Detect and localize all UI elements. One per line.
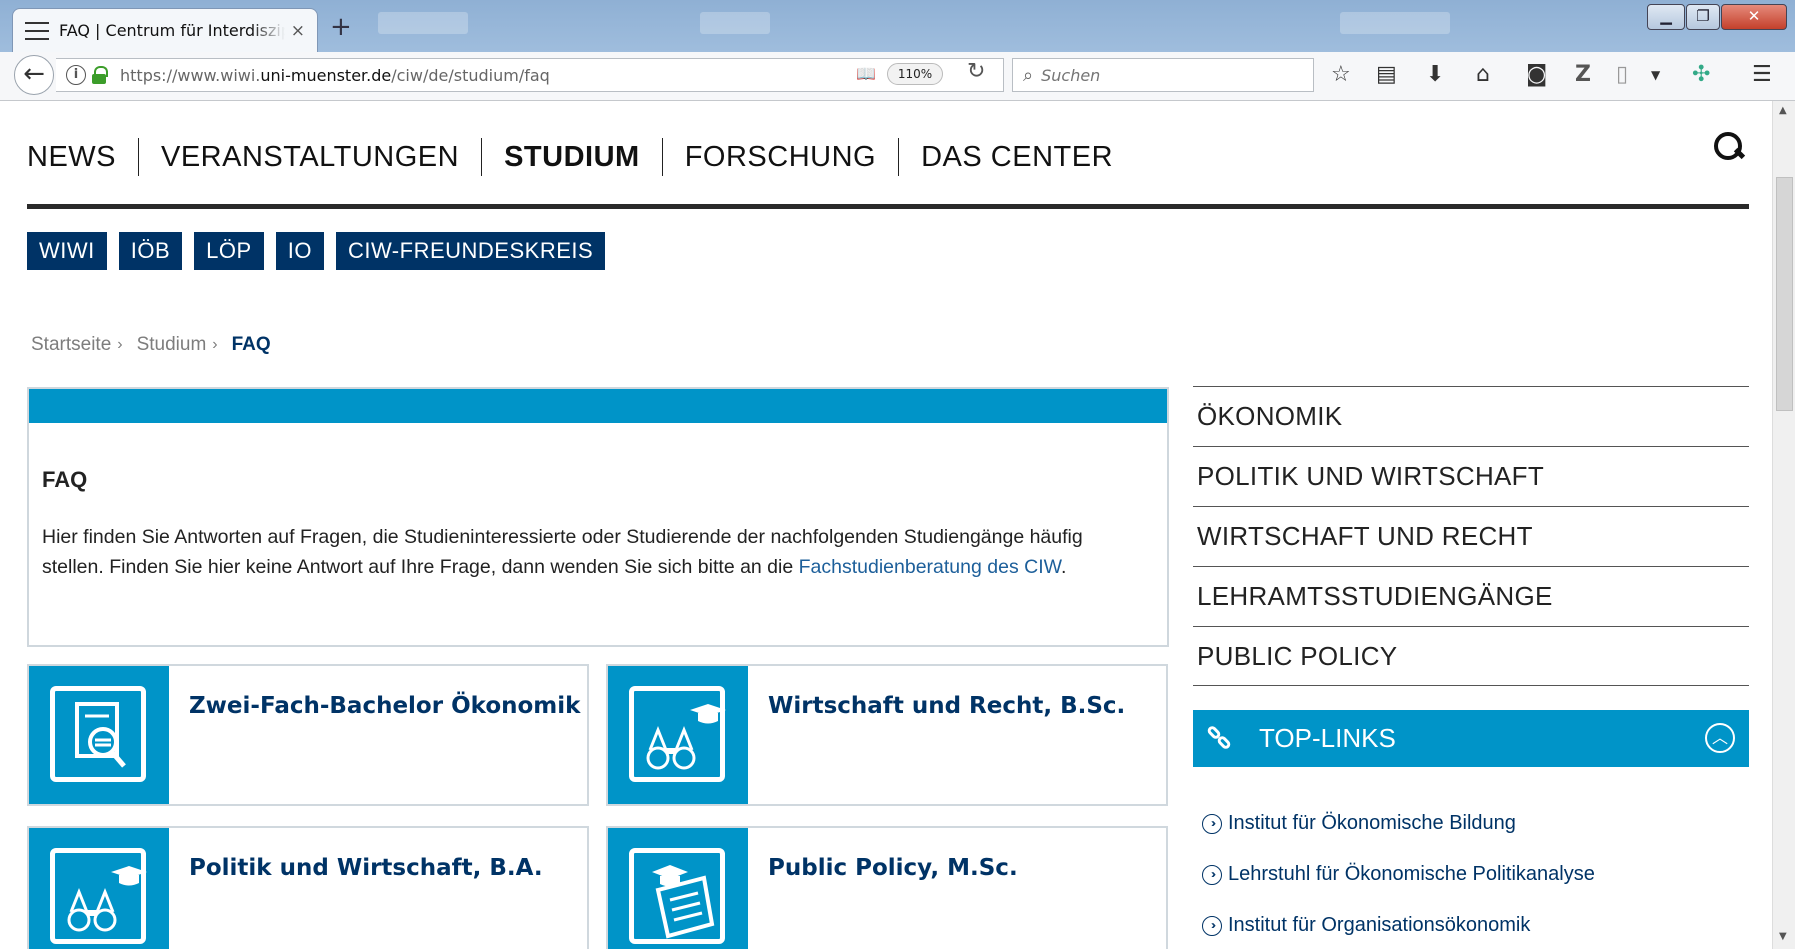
program-card-title[interactable]: Politik und Wirtschaft, B.A. — [189, 855, 543, 881]
subnav-item-loep[interactable]: LÖP — [194, 232, 264, 270]
scroll-down-arrow-icon[interactable]: ▼ — [1779, 931, 1787, 942]
sidebar-item-politik-und-wirtschaft[interactable]: POLITIK UND WIRTSCHAFT — [1193, 446, 1749, 506]
top-link-item[interactable]: ›› Institut für Organisationsökonomik — [1202, 900, 1595, 949]
double-chevron-icon: ›› — [1202, 813, 1222, 834]
browser-tab[interactable]: FAQ | Centrum für Interdisziplinäre Wirt… — [12, 8, 318, 52]
browser-toolbar: ← i https://www.wiwi.uni-muenster.de/ciw… — [0, 52, 1795, 101]
titlebar-decoration — [378, 12, 468, 34]
faq-intro-box: FAQ Hier finden Sie Antworten auf Fragen… — [27, 387, 1169, 647]
top-link-item[interactable]: ›› Institut für Ökonomische Bildung — [1202, 798, 1595, 849]
program-card-title[interactable]: Public Policy, M.Sc. — [768, 855, 1018, 881]
top-links-header[interactable]: TOP-LINKS ︿ — [1193, 710, 1749, 767]
breadcrumb-studium[interactable]: Studium — [137, 334, 207, 356]
browser-search-input[interactable] — [1041, 65, 1292, 85]
nav-item-news[interactable]: NEWS — [27, 138, 139, 176]
site-search-icon[interactable] — [1712, 130, 1748, 166]
url-text: https://www.wiwi.uni-muenster.de/ciw/de/… — [120, 65, 550, 85]
zotero-icon[interactable]: Z — [1575, 62, 1591, 88]
scroll-up-arrow-icon[interactable]: ▲ — [1779, 105, 1787, 116]
program-card-public-policy[interactable]: Public Policy, M.Sc. — [606, 826, 1168, 949]
pocket-icon[interactable]: ◙ — [1526, 62, 1547, 88]
bookmarks-list-icon[interactable]: ▤ — [1376, 62, 1397, 88]
document-magnifier-icon — [29, 666, 169, 804]
subnav-item-wiwi[interactable]: WIWI — [27, 232, 107, 270]
window-titlebar: FAQ | Centrum für Interdisziplinäre Wirt… — [0, 0, 1795, 52]
page-content: NEWS VERANSTALTUNGEN STUDIUM FORSCHUNG D… — [0, 101, 1772, 949]
home-icon[interactable]: ⌂ — [1476, 62, 1490, 88]
program-card-title[interactable]: Zwei-Fach-Bachelor Ökonomik — [189, 693, 580, 719]
faq-heading: FAQ — [42, 467, 88, 492]
close-window-button[interactable]: ✕ — [1721, 4, 1787, 30]
sidebar-item-lehramtsstudiengaenge[interactable]: LEHRAMTSSTUDIENGÄNGE — [1193, 566, 1749, 626]
subnav-item-ioeb[interactable]: IÖB — [118, 232, 183, 270]
breadcrumb-separator: › — [117, 336, 123, 353]
search-icon: ⌕ — [1023, 64, 1034, 86]
sidebar-item-wirtschaft-und-recht[interactable]: WIRTSCHAFT UND RECHT — [1193, 506, 1749, 566]
program-card-title[interactable]: Wirtschaft und Recht, B.Sc. — [768, 693, 1125, 719]
diploma-scroll-icon — [608, 828, 748, 949]
scrollbar-thumb[interactable] — [1776, 177, 1793, 411]
breadcrumb-startseite[interactable]: Startseite — [31, 334, 111, 356]
downloads-icon[interactable]: ⬇ — [1426, 62, 1444, 88]
page-scrollbar[interactable]: ▲ ▼ — [1772, 101, 1795, 949]
nav-item-das-center[interactable]: DAS CENTER — [899, 138, 1135, 176]
top-link-item[interactable]: ›› Lehrstuhl für Ökonomische Politikanaly… — [1202, 849, 1595, 900]
page-icon[interactable]: ▯ — [1616, 62, 1628, 88]
zoom-level-badge[interactable]: 110% — [887, 63, 943, 85]
dropdown-arrow-icon[interactable]: ▼ — [1651, 62, 1660, 88]
tab-title: FAQ | Centrum für Interdisziplinäre Wirt… — [58, 21, 285, 40]
back-button[interactable]: ← — [14, 55, 54, 95]
titlebar-decoration — [700, 12, 770, 34]
breadcrumb: Startseite › Studium › FAQ — [31, 334, 271, 356]
top-links-title: TOP-LINKS — [1259, 723, 1396, 753]
menu-icon[interactable]: ☰ — [1752, 62, 1772, 88]
lock-icon — [92, 66, 108, 84]
reload-icon[interactable]: ↻ — [967, 59, 985, 84]
main-navigation: NEWS VERANSTALTUNGEN STUDIUM FORSCHUNG D… — [27, 138, 1135, 176]
sub-navigation: WIWI IÖB LÖP IO CIW-FREUNDESKREIS — [27, 232, 606, 270]
sidebar-item-public-policy[interactable]: PUBLIC POLICY — [1193, 626, 1749, 686]
chevron-up-icon[interactable]: ︿ — [1705, 723, 1735, 753]
nav-item-studium[interactable]: STUDIUM — [482, 138, 663, 176]
top-links-list: ›› Institut für Ökonomische Bildung ›› Leh… — [1202, 798, 1595, 949]
breadcrumb-separator: › — [212, 336, 218, 353]
subnav-item-ciw-freundeskreis[interactable]: CIW-FREUNDESKREIS — [335, 232, 606, 270]
subnav-item-io[interactable]: IO — [275, 232, 324, 270]
sidebar-item-oekonomik[interactable]: ÖKONOMIK — [1193, 386, 1749, 446]
double-chevron-icon: ›› — [1202, 864, 1222, 885]
new-tab-button[interactable]: + — [330, 12, 352, 42]
sidebar-program-links: ÖKONOMIK POLITIK UND WIRTSCHAFT WIRTSCHA… — [1193, 386, 1749, 686]
tab-close-icon[interactable]: × — [291, 21, 305, 41]
chain-link-icon — [1205, 723, 1237, 754]
fachstudienberatung-link[interactable]: Fachstudienberatung des CIW — [799, 556, 1061, 578]
breadcrumb-current: FAQ — [231, 334, 271, 355]
browser-search-box[interactable]: ⌕ — [1012, 58, 1314, 92]
program-card-zwei-fach-bachelor[interactable]: Zwei-Fach-Bachelor Ökonomik — [27, 664, 589, 806]
binoculars-graduation-icon — [29, 828, 169, 949]
program-card-politik-und-wirtschaft[interactable]: Politik und Wirtschaft, B.A. — [27, 826, 589, 949]
titlebar-decoration — [1340, 12, 1450, 34]
binoculars-graduation-icon — [608, 666, 748, 804]
program-card-wirtschaft-und-recht[interactable]: Wirtschaft und Recht, B.Sc. — [606, 664, 1168, 806]
maximize-window-button[interactable]: ❐ — [1686, 4, 1720, 30]
faq-intro-text: Hier finden Sie Antworten auf Fragen, di… — [42, 526, 1083, 578]
reader-view-icon[interactable]: 📖 — [856, 64, 876, 83]
site-info-icon[interactable]: i — [66, 65, 86, 85]
double-chevron-icon: ›› — [1202, 915, 1222, 936]
nav-divider — [27, 204, 1749, 209]
nav-item-veranstaltungen[interactable]: VERANSTALTUNGEN — [139, 138, 483, 176]
bookmark-star-icon[interactable]: ☆ — [1331, 62, 1351, 88]
minimize-window-button[interactable]: ▁ — [1647, 4, 1685, 30]
faq-accent-bar — [29, 389, 1167, 423]
site-favicon-icon — [25, 21, 49, 40]
nav-item-forschung[interactable]: FORSCHUNG — [663, 138, 900, 176]
extension-icon[interactable]: ✣ — [1692, 62, 1710, 88]
